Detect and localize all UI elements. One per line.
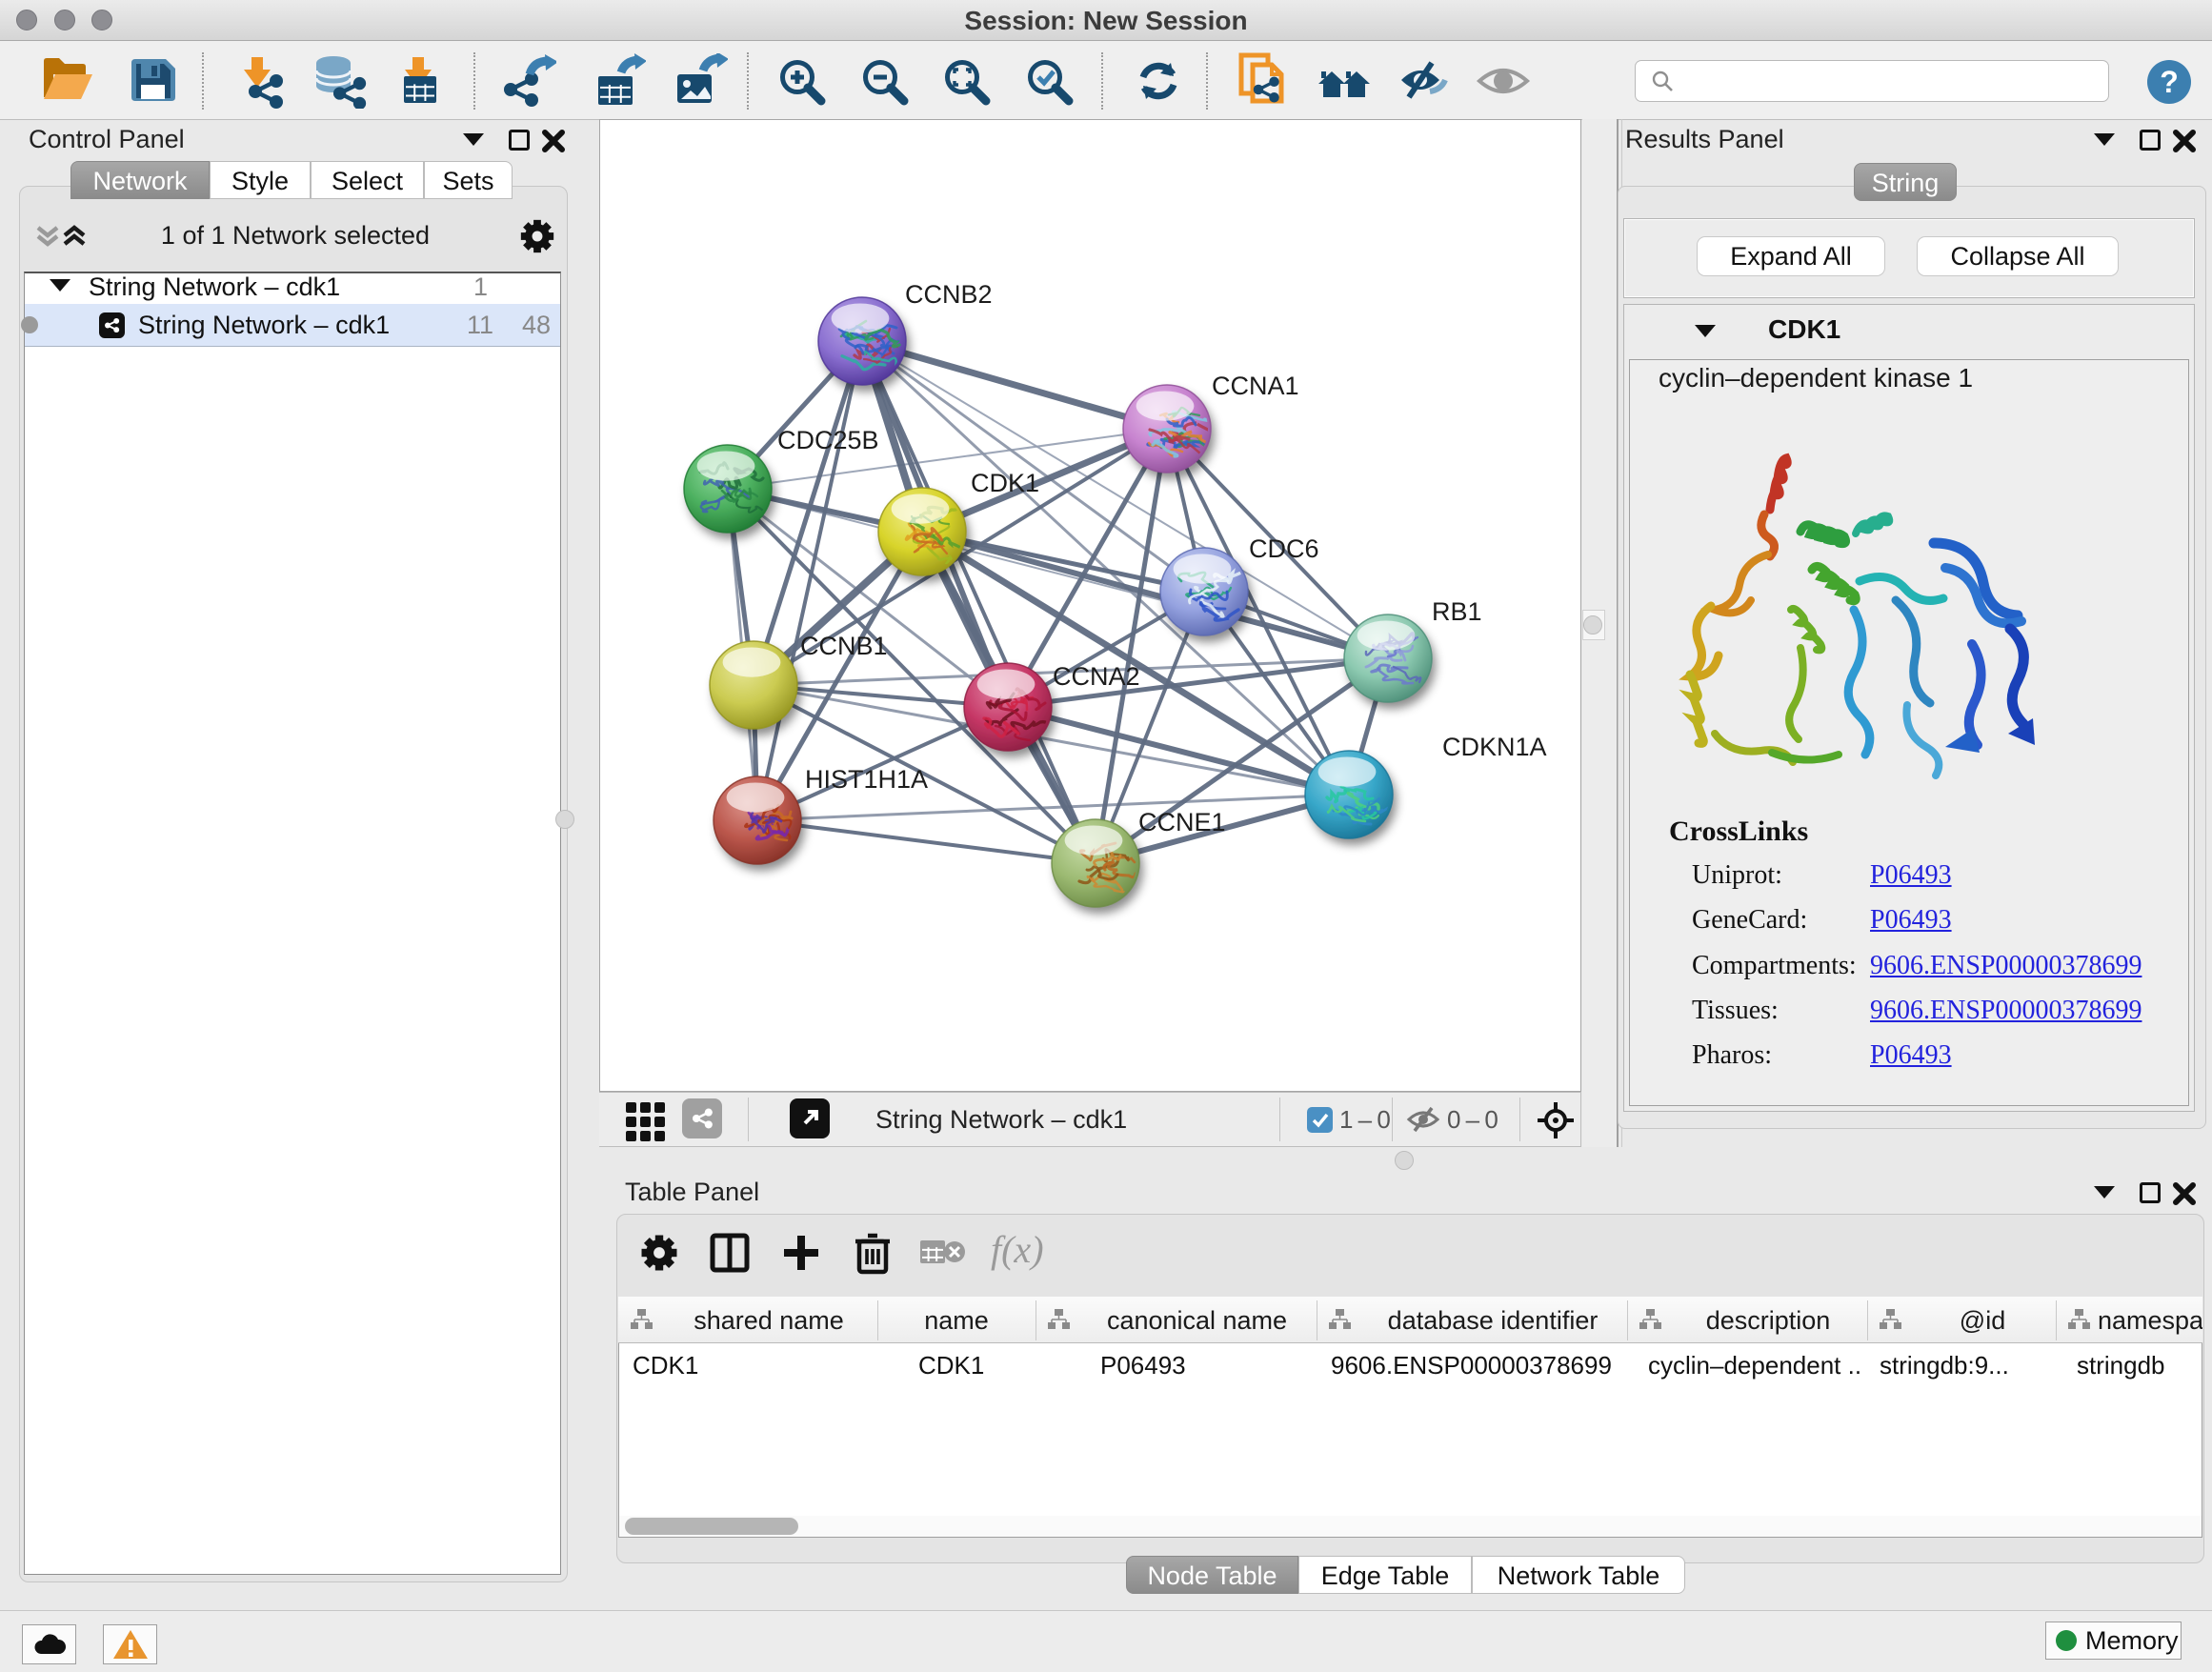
- svg-text:CDC25B: CDC25B: [777, 426, 879, 454]
- svg-text:CCNA2: CCNA2: [1053, 662, 1140, 691]
- svg-text:CCNB2: CCNB2: [905, 280, 993, 309]
- svg-text:HIST1H1A: HIST1H1A: [805, 765, 928, 794]
- svg-text:CDK1: CDK1: [971, 469, 1039, 497]
- svg-text:CCNA1: CCNA1: [1212, 372, 1299, 400]
- svg-text:CCNE1: CCNE1: [1138, 808, 1226, 836]
- svg-text:RB1: RB1: [1432, 597, 1482, 626]
- svg-text:CDC6: CDC6: [1249, 534, 1319, 563]
- svg-text:CDKN1A: CDKN1A: [1442, 733, 1547, 761]
- svg-text:CCNB1: CCNB1: [800, 632, 888, 660]
